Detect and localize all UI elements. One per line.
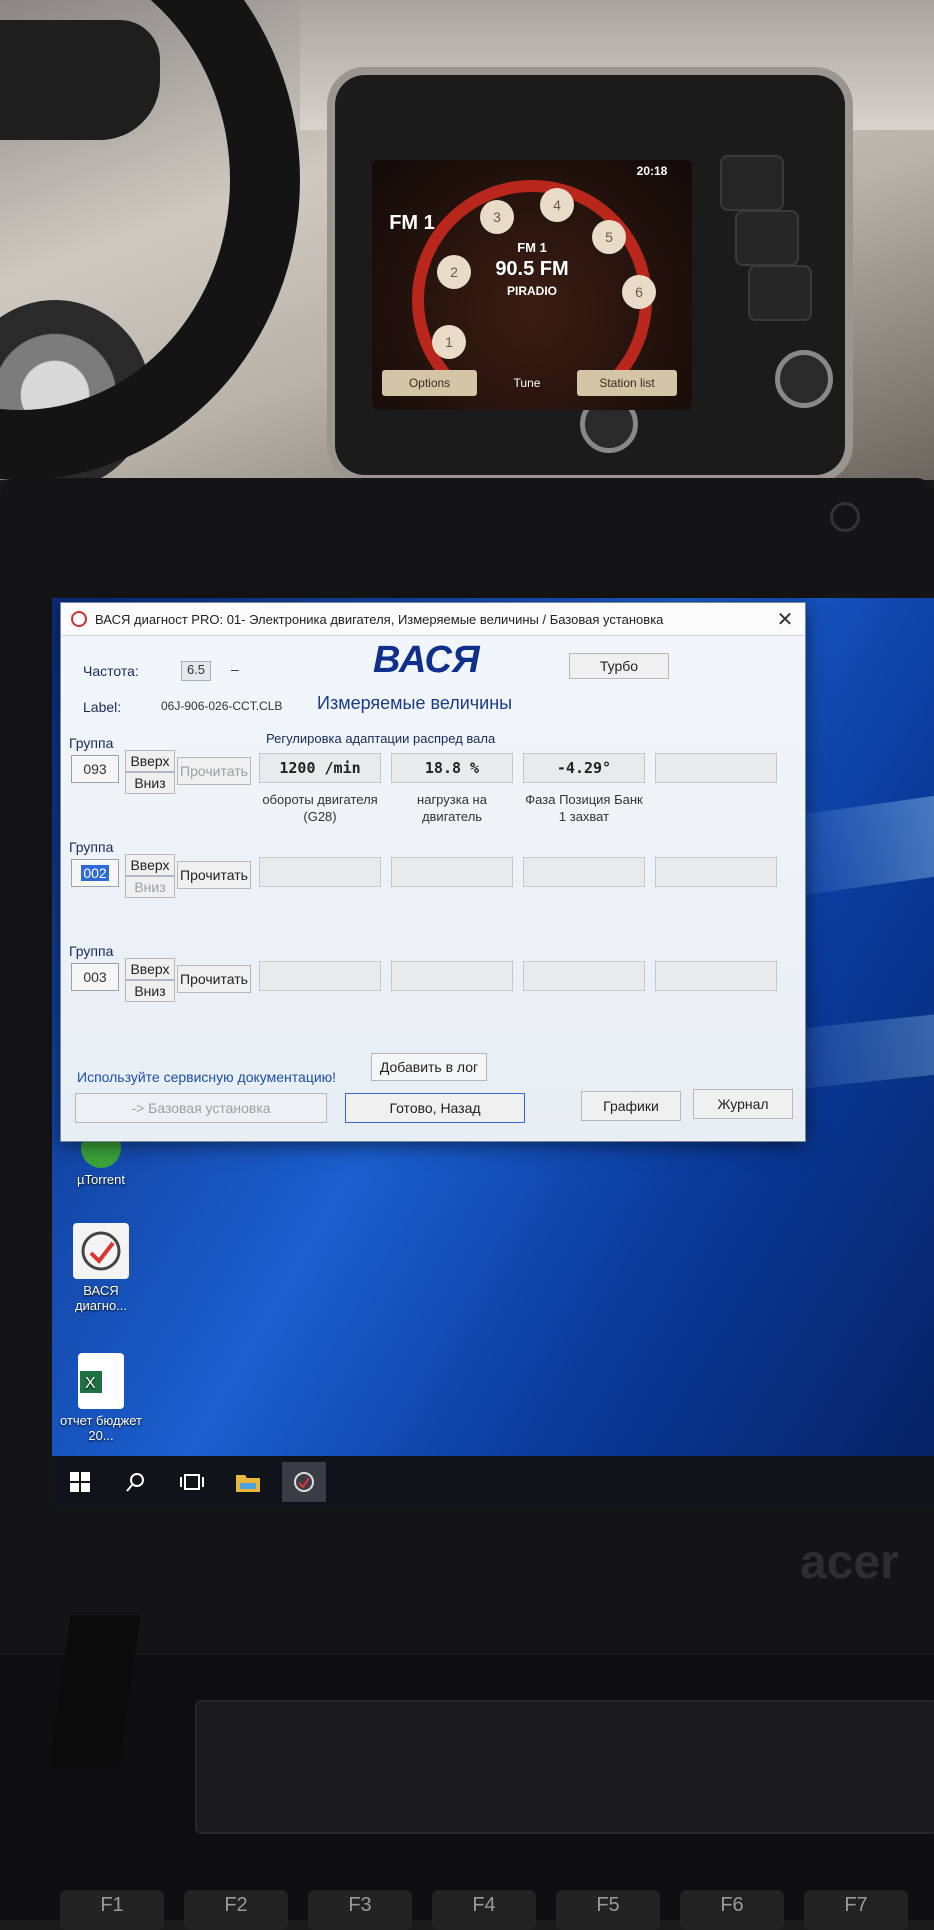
radio-band-center: FM 1 <box>517 240 547 255</box>
touchpad <box>195 1700 934 1834</box>
excel-file-icon: X <box>78 1353 124 1409</box>
task-view-icon[interactable] <box>170 1462 214 1502</box>
journal-button[interactable]: Журнал <box>693 1089 793 1119</box>
radio-clock: 20:18 <box>636 164 668 178</box>
measure-field-1-1: 1200 /min <box>259 753 381 783</box>
measure-field-3-1 <box>259 961 381 991</box>
desktop-icon-vasya[interactable]: ВАСЯ диагно... <box>58 1223 144 1313</box>
group-number-input-3[interactable]: 003 <box>71 963 119 991</box>
radio-station: PIRADIO <box>506 284 557 298</box>
done-back-button[interactable]: Готово, Назад <box>345 1093 525 1123</box>
group-down-button-2[interactable]: Вниз <box>125 876 175 898</box>
preset-1: 1 <box>432 325 466 359</box>
group-down-button-1[interactable]: Вниз <box>125 772 175 794</box>
add-to-log-button[interactable]: Добавить в лог <box>371 1053 487 1081</box>
desktop-icon-excel[interactable]: X отчет бюджет 20... <box>58 1353 144 1443</box>
frequency-value: 6.5 <box>181 661 211 681</box>
volume-knob <box>775 350 833 408</box>
subtitle: Измеряемые величины <box>317 693 513 713</box>
measure-field-1-2: 18.8 % <box>391 753 513 783</box>
f6-key: F6 <box>680 1890 784 1930</box>
window-title: ВАСЯ диагност PRO: 01- Электроника двига… <box>95 611 664 627</box>
file-explorer-icon[interactable] <box>226 1462 270 1502</box>
measure-caption-1-1: обороты двигателя (G28) <box>262 792 378 824</box>
group-up-button-1[interactable]: Вверх <box>125 750 175 772</box>
media-button <box>735 210 799 266</box>
desktop-icon-label: µTorrent <box>77 1172 125 1187</box>
car-interior-photo: FM 1 20:18 1 2 3 4 5 6 FM 1 90.5 FM PIRA… <box>0 0 934 480</box>
app-logo-icon <box>71 611 87 627</box>
f5-key: F5 <box>556 1890 660 1930</box>
group-number-input-1[interactable]: 093 <box>71 755 119 783</box>
group-read-button-2[interactable]: Прочитать <box>177 861 251 889</box>
desktop-icon-label: отчет бюджет 20... <box>60 1413 142 1443</box>
station-list-softkey: Station list <box>577 370 677 396</box>
measure-field-2-3 <box>523 857 645 887</box>
group-read-button-3[interactable]: Прочитать <box>177 965 251 993</box>
acer-logo: acer <box>800 1536 899 1589</box>
group-number-3: 003 <box>83 969 107 985</box>
svg-text:X: X <box>85 1375 96 1392</box>
turbo-button[interactable]: Турбо <box>569 653 669 679</box>
webcam <box>830 502 860 532</box>
steering-wheel <box>0 0 300 480</box>
f2-key: F2 <box>184 1890 288 1930</box>
measure-caption-1-2: нагрузка на двигатель <box>417 792 487 824</box>
basic-setting-button[interactable]: -> Базовая установка <box>75 1093 327 1123</box>
service-note: Используйте сервисную документацию! <box>77 1069 337 1085</box>
group-number-1: 093 <box>83 761 107 777</box>
frequency-label: Частота: <box>83 663 139 679</box>
start-icon[interactable] <box>58 1462 102 1502</box>
group-read-button-1[interactable]: Прочитать <box>177 757 251 785</box>
desktop-icon-label: ВАСЯ диагно... <box>74 1283 128 1313</box>
frequency-dash: – <box>231 661 239 677</box>
vasya-app-icon <box>73 1223 129 1279</box>
setup-button <box>748 265 812 321</box>
radio-button <box>720 155 784 211</box>
group-up-button-2[interactable]: Вверх <box>125 854 175 876</box>
f4-key: F4 <box>432 1890 536 1930</box>
f3-key: F3 <box>308 1890 412 1930</box>
f7-key: F7 <box>804 1890 908 1930</box>
graphs-button[interactable]: Графики <box>581 1091 681 1121</box>
group-label-3: Группа <box>69 943 114 959</box>
group-number-2: 002 <box>81 865 109 881</box>
group-label-1: Группа <box>69 735 114 751</box>
measure-field-1-3: -4.29° <box>523 753 645 783</box>
radio-frequency: 90.5 FM <box>495 258 569 280</box>
preset-3: 3 <box>480 200 514 234</box>
measure-field-3-4 <box>655 961 777 991</box>
group-label-2: Группа <box>69 839 114 855</box>
measure-field-2-4 <box>655 857 777 887</box>
search-icon[interactable] <box>114 1462 158 1502</box>
radio-screen: FM 1 20:18 1 2 3 4 5 6 FM 1 90.5 FM PIRA… <box>372 160 692 410</box>
measure-field-2-2 <box>391 857 513 887</box>
window-titlebar: ВАСЯ диагност PRO: 01- Электроника двига… <box>61 603 805 636</box>
close-icon[interactable]: ✕ <box>765 603 805 635</box>
group-up-button-3[interactable]: Вверх <box>125 958 175 980</box>
group-header-1: Регулировка адаптации распред вала <box>266 731 496 746</box>
measure-field-1-4 <box>655 753 777 783</box>
measure-field-2-1 <box>259 857 381 887</box>
label-label: Label: <box>83 699 122 715</box>
group-number-input-2[interactable]: 002 <box>71 859 119 887</box>
options-softkey: Options <box>382 370 477 396</box>
tune-softkey: Tune <box>513 376 541 390</box>
measure-caption-1-3: Фаза Позиция Банк 1 захват <box>525 792 643 824</box>
app-logo-text: ВАСЯ <box>373 639 480 681</box>
function-key-row: F1 F2 F3 F4 F5 F6 F7 <box>60 1890 908 1930</box>
vasya-diagnostic-window: ВАСЯ диагност PRO: 01- Электроника двига… <box>60 602 806 1142</box>
radio-band: FM 1 <box>389 212 435 234</box>
measure-field-3-3 <box>523 961 645 991</box>
f1-key: F1 <box>60 1890 164 1930</box>
group-down-button-3[interactable]: Вниз <box>125 980 175 1002</box>
preset-4: 4 <box>540 188 574 222</box>
vasya-taskbar-icon[interactable] <box>282 1462 326 1502</box>
taskbar <box>52 1456 934 1508</box>
label-file: 06J-906-026-CCT.CLB <box>161 699 283 713</box>
measure-field-3-2 <box>391 961 513 991</box>
